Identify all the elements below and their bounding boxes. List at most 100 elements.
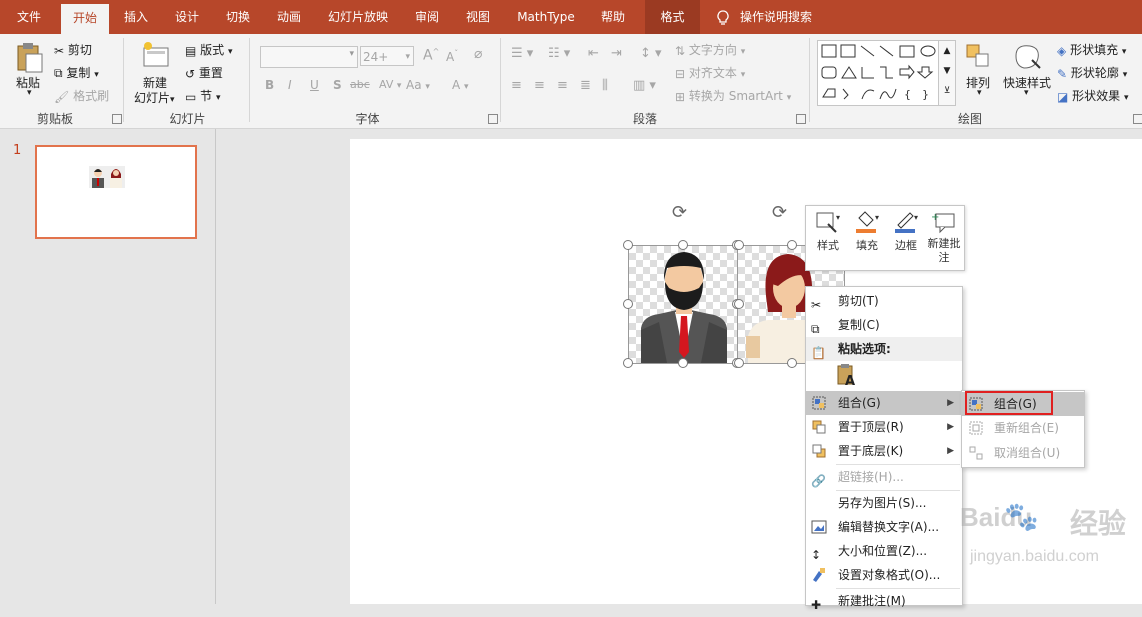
underline-button[interactable]: U — [310, 78, 319, 92]
new-slide-icon[interactable] — [140, 40, 172, 74]
mini-style-button[interactable]: ▾ 样式 — [810, 210, 846, 266]
shapes-gallery-scroll[interactable]: ▲ ▼ ⊻ — [938, 40, 956, 106]
menu-item-send-to-back[interactable]: 置于底层(K) ▶ — [806, 439, 962, 463]
paste-keep-text-only-icon[interactable]: A — [836, 363, 858, 389]
shape-fill-label: 形状填充 — [1070, 43, 1119, 57]
clear-format-icon[interactable]: ⌀ — [474, 46, 482, 62]
distributed-icon[interactable]: ⫼ — [602, 78, 608, 93]
align-text-button[interactable]: ⊟ 对齐文本 ▾ — [675, 64, 745, 81]
tab-transitions[interactable]: 切换 — [215, 0, 261, 34]
align-right-icon[interactable]: ≡ — [557, 78, 568, 93]
tab-review[interactable]: 审阅 — [404, 0, 450, 34]
menu-item-edit-alt-text[interactable]: 编辑替换文字(A)... — [806, 515, 962, 539]
tab-file[interactable]: 文件 — [4, 0, 54, 34]
font-name-combobox[interactable]: ▾ — [260, 46, 358, 68]
numbering-icon[interactable]: ☷ ▾ — [548, 46, 570, 61]
menu-item-hyperlink[interactable]: 🔗 超链接(H)... — [806, 465, 962, 489]
rotate-handle-icon[interactable]: ⟳ — [672, 202, 687, 223]
submenu-arrow-icon: ▶ — [947, 446, 954, 456]
shrink-font-button[interactable]: Aˇ — [446, 49, 458, 64]
decrease-indent-icon[interactable]: ⇤ — [588, 46, 599, 61]
line-spacing-icon[interactable]: ↕ ▾ — [640, 46, 662, 61]
tab-view[interactable]: 视图 — [455, 0, 501, 34]
section-button[interactable]: ▭ 节 ▾ — [185, 87, 221, 104]
tab-format[interactable]: 格式 — [645, 0, 700, 34]
columns-icon[interactable]: ▥ ▾ — [633, 78, 656, 93]
mini-new-comment-button[interactable]: + 新建批注 — [926, 210, 962, 266]
smartart-button[interactable]: ⊞ 转换为 SmartArt ▾ — [675, 87, 791, 104]
menu-item-group[interactable]: 组合(G) ▶ — [806, 391, 962, 415]
chevron-down-icon[interactable]: ▾ — [1024, 88, 1029, 98]
chevron-down-icon[interactable]: ▾ — [977, 88, 982, 98]
align-left-icon[interactable]: ≡ — [511, 78, 522, 93]
submenu-item-ungroup[interactable]: 取消组合(U) — [962, 441, 1084, 465]
align-center-icon[interactable]: ≡ — [534, 78, 545, 93]
paragraph-dialog-launcher[interactable] — [796, 114, 806, 124]
new-slide-label-2[interactable]: 幻灯片▾ — [134, 89, 175, 106]
tell-me-search[interactable]: 操作说明搜索 — [740, 0, 830, 34]
justify-icon[interactable]: ≣ — [580, 78, 591, 93]
text-direction-button[interactable]: ⇅ 文字方向 ▾ — [675, 41, 745, 58]
tab-design[interactable]: 设计 — [164, 0, 210, 34]
tab-animations[interactable]: 动画 — [266, 0, 312, 34]
drawing-dialog-launcher[interactable] — [1133, 114, 1142, 124]
shape-outline-button[interactable]: ✎ 形状轮廓 ▾ — [1057, 64, 1127, 81]
resize-handle[interactable] — [787, 358, 797, 368]
resize-handle[interactable] — [623, 299, 633, 309]
menu-item-cut[interactable]: ✂ 剪切(T) — [806, 289, 962, 313]
shadow-button[interactable]: S — [333, 78, 342, 92]
mini-fill-button[interactable]: ▾ 填充 — [849, 210, 885, 266]
arrange-icon[interactable] — [964, 42, 994, 72]
resize-handle[interactable] — [734, 240, 744, 250]
paste-icon[interactable] — [14, 40, 46, 76]
group-label-clipboard: 剪贴板 — [36, 112, 73, 126]
format-painter-button[interactable]: 🖌 格式刷 — [54, 87, 109, 104]
resize-handle[interactable] — [734, 299, 744, 309]
menu-item-size-position[interactable]: ↕ 大小和位置(Z)... — [806, 539, 962, 563]
increase-indent-icon[interactable]: ⇥ — [611, 46, 622, 61]
menu-item-copy[interactable]: ⧉ 复制(C) — [806, 313, 962, 337]
tab-mathtype[interactable]: MathType — [507, 0, 585, 34]
chevron-down-icon: ▾ — [1121, 47, 1127, 57]
paint-bucket-icon: ▾ — [856, 211, 879, 233]
font-dialog-launcher[interactable] — [488, 114, 498, 124]
tab-insert[interactable]: 插入 — [113, 0, 159, 34]
submenu-item-regroup[interactable]: 重新组合(E) — [962, 416, 1084, 440]
quick-styles-icon[interactable] — [1010, 40, 1046, 74]
tab-home[interactable]: 开始 — [61, 4, 109, 34]
cut-button[interactable]: ✂ 剪切 — [54, 41, 92, 58]
strikethrough-button[interactable]: abc — [350, 78, 370, 91]
tab-slideshow[interactable]: 幻灯片放映 — [318, 0, 398, 34]
tab-help[interactable]: 帮助 — [590, 0, 636, 34]
rotate-handle-icon[interactable]: ⟳ — [772, 202, 787, 223]
italic-button[interactable]: I — [288, 78, 292, 92]
shapes-gallery[interactable]: { } — [817, 40, 939, 106]
menu-item-new-comment[interactable]: ✚ 新建批注(M) — [806, 589, 962, 613]
bold-button[interactable]: B — [265, 78, 274, 92]
copy-button[interactable]: ⧉ 复制 ▾ — [54, 64, 99, 81]
picture-man[interactable] — [628, 245, 739, 364]
shape-effects-button[interactable]: ◪ 形状效果 ▾ — [1057, 87, 1129, 104]
clipboard-dialog-launcher[interactable] — [112, 114, 122, 124]
chevron-down-icon[interactable]: ▾ — [27, 88, 32, 98]
mini-outline-button[interactable]: ▾ 边框 — [888, 210, 924, 266]
menu-item-bring-to-front[interactable]: 置于顶层(R) ▶ — [806, 415, 962, 439]
menu-item-format-object[interactable]: 设置对象格式(O)... — [806, 563, 962, 587]
slide-thumbnail[interactable] — [35, 145, 197, 239]
char-spacing-button[interactable]: AV ▾ — [379, 78, 401, 91]
resize-handle[interactable] — [678, 240, 688, 250]
layout-button[interactable]: ▤ 版式 ▾ — [185, 41, 233, 58]
menu-item-save-as-picture[interactable]: 另存为图片(S)... — [806, 491, 962, 515]
grow-font-button[interactable]: A^ — [423, 47, 439, 64]
resize-handle[interactable] — [623, 358, 633, 368]
font-size-combobox[interactable]: 24+ ▾ — [360, 46, 414, 66]
font-color-button[interactable]: A ▾ — [452, 78, 469, 92]
change-case-button[interactable]: Aa ▾ — [406, 78, 430, 92]
reset-button[interactable]: ↺ 重置 — [185, 64, 223, 81]
resize-handle[interactable] — [734, 358, 744, 368]
resize-handle[interactable] — [623, 240, 633, 250]
resize-handle[interactable] — [787, 240, 797, 250]
shape-fill-button[interactable]: ◈ 形状填充 ▾ — [1057, 41, 1126, 58]
bullets-icon[interactable]: ☰ ▾ — [511, 46, 533, 61]
resize-handle[interactable] — [678, 358, 688, 368]
